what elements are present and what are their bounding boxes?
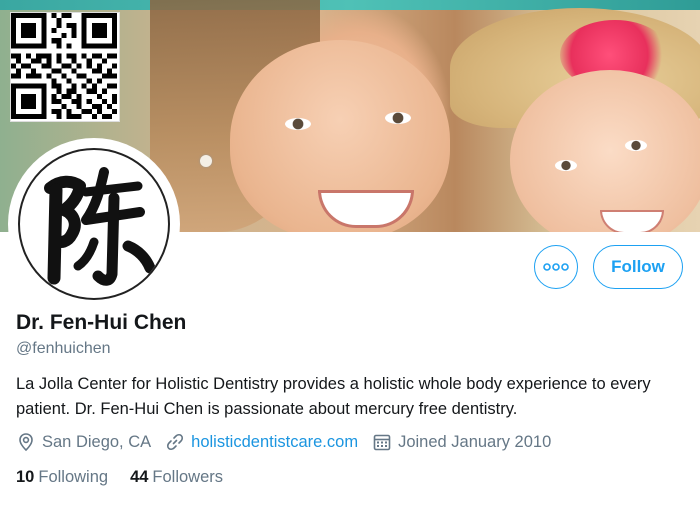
joined-text: Joined January 2010 [398, 432, 552, 451]
banner-eye [385, 112, 411, 124]
profile-handle: @fenhuichen [16, 340, 111, 357]
profile-website[interactable]: holisticdentistcare.com [165, 432, 358, 452]
profile-location: San Diego, CA [16, 432, 151, 452]
profile-avatar[interactable] [12, 142, 176, 306]
following-count: 10 [16, 468, 35, 486]
link-icon [165, 432, 185, 452]
more-options-icon [543, 258, 569, 276]
followers-count: 44 [130, 468, 149, 486]
banner-eye [625, 140, 647, 151]
following-count-link[interactable]: 10 Following [16, 468, 108, 487]
avatar-calligraphy [18, 148, 170, 300]
follow-button[interactable]: Follow [593, 245, 683, 289]
location-pin-icon [16, 432, 36, 452]
website-link[interactable]: holisticdentistcare.com [191, 433, 358, 452]
profile-name: Dr. Fen-Hui Chen [16, 311, 187, 334]
profile-counts: 10 Following 44 Followers [16, 468, 245, 487]
followers-label: Followers [152, 468, 224, 486]
location-text: San Diego, CA [42, 432, 152, 451]
profile-meta: San Diego, CA holisticdentistcare.com Jo… [16, 432, 565, 452]
banner-eye [285, 118, 311, 130]
banner-eye [555, 160, 577, 171]
following-label: Following [38, 468, 109, 486]
banner-earring [200, 155, 212, 167]
banner-child-smile [600, 210, 664, 232]
profile-bio: La Jolla Center for Holistic Dentistry p… [16, 375, 651, 418]
qr-code [10, 12, 120, 122]
calendar-icon [372, 432, 392, 452]
more-options-button[interactable] [534, 245, 578, 289]
followers-count-link[interactable]: 44 Followers [130, 468, 223, 487]
profile-joined: Joined January 2010 [372, 432, 551, 452]
